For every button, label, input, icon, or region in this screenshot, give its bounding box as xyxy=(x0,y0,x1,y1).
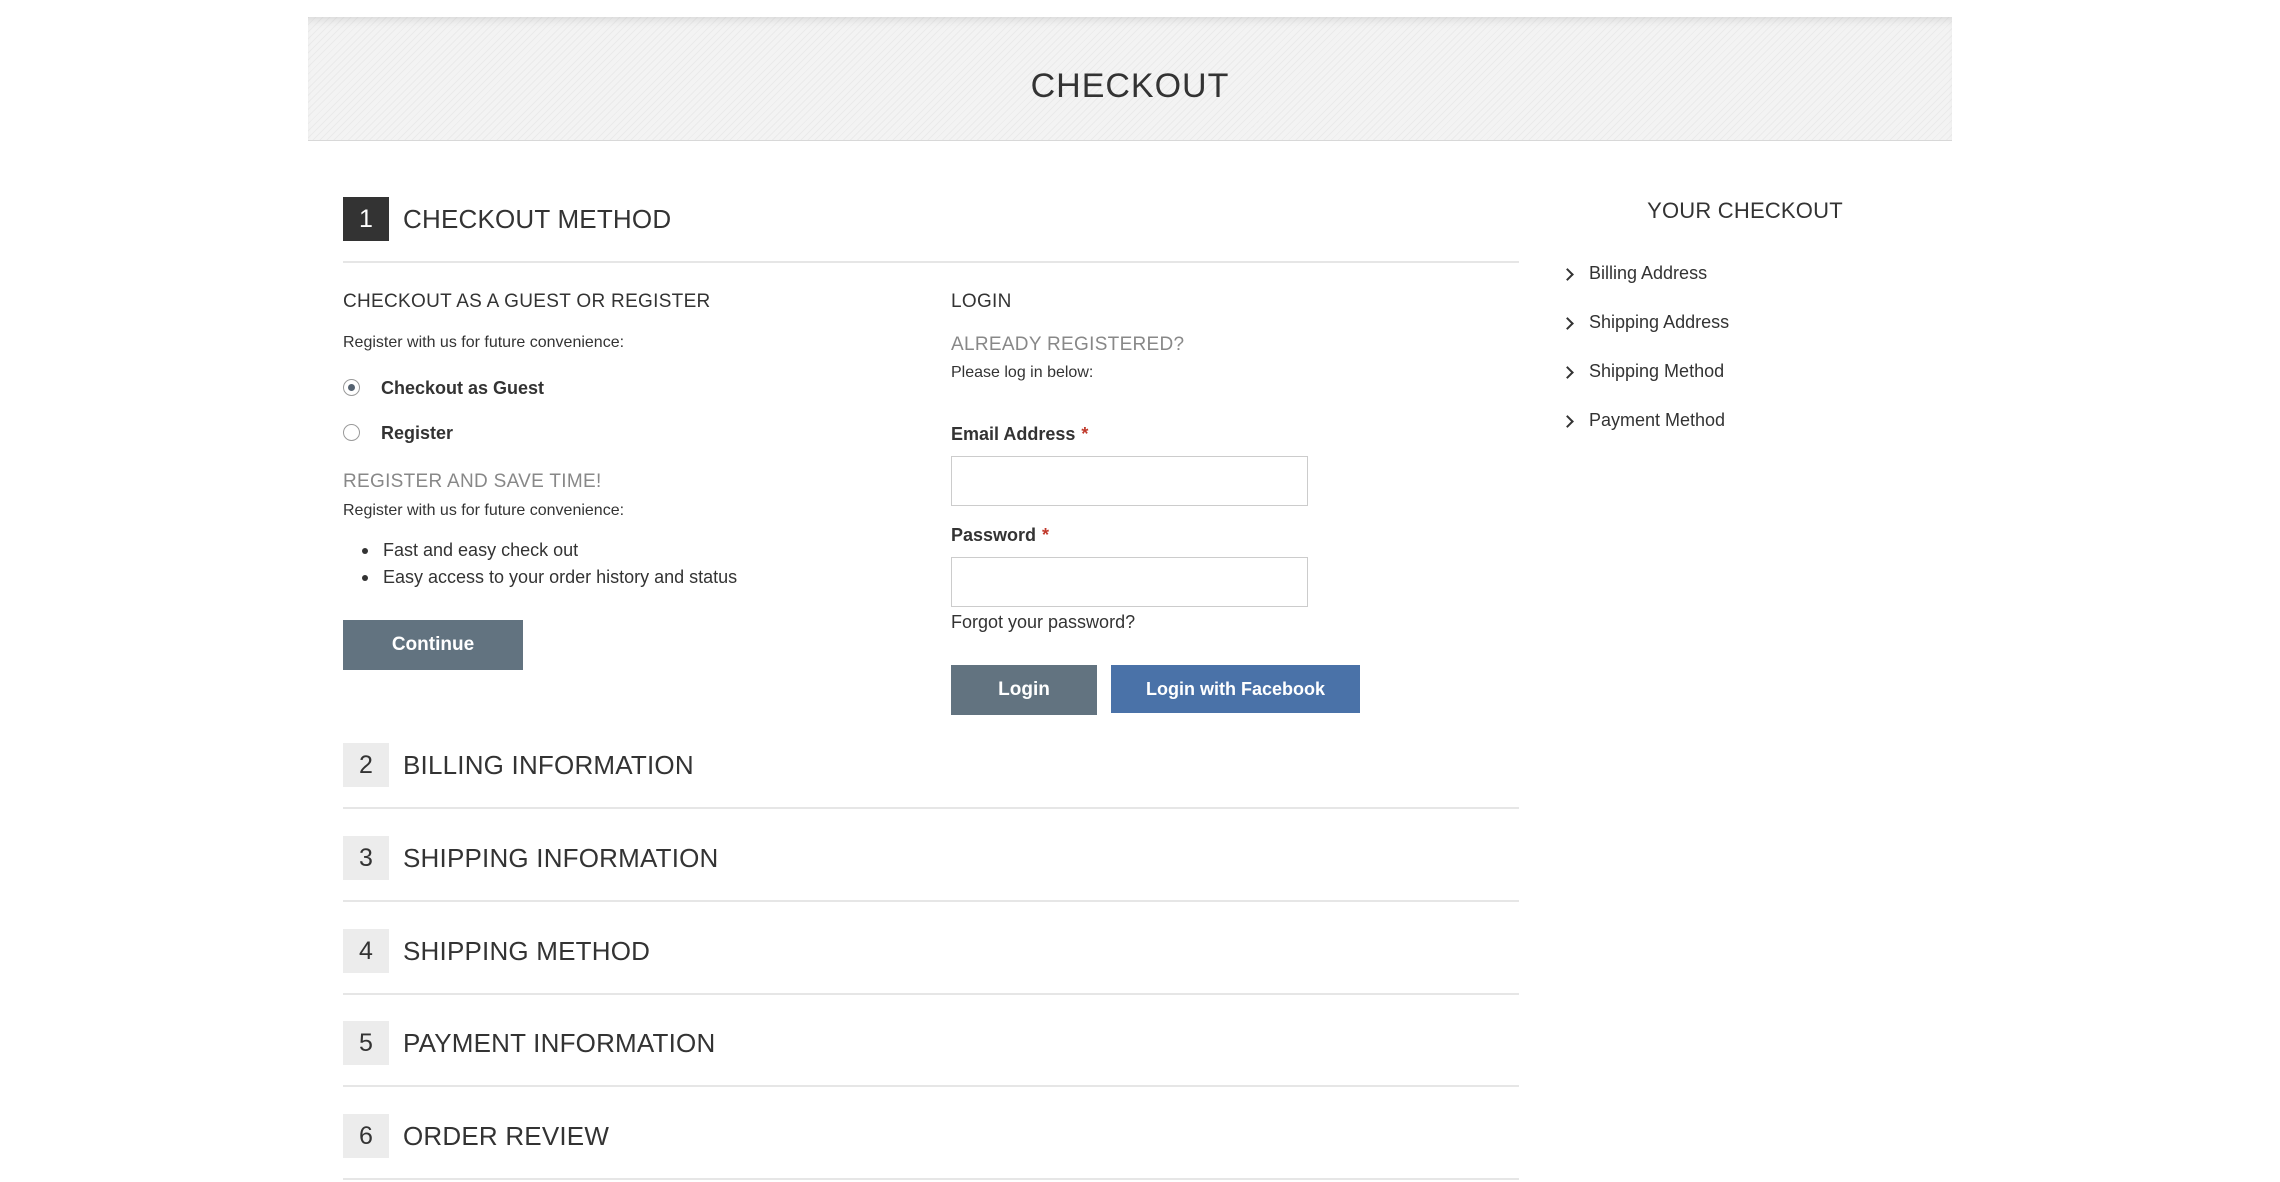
guest-intro-text: Register with us for future convenience: xyxy=(343,334,625,351)
continue-button[interactable]: Continue xyxy=(343,620,523,670)
login-with-facebook-button[interactable]: Login with Facebook xyxy=(1111,665,1360,713)
register-intro-text: Register with us for future convenience: xyxy=(343,502,625,519)
step-billing-information[interactable]: 2 BILLING INFORMATION xyxy=(343,743,1519,809)
step-shipping-method[interactable]: 4 SHIPPING METHOD xyxy=(343,929,1519,995)
step-title: SHIPPING METHOD xyxy=(403,936,651,966)
your-checkout-title: YOUR CHECKOUT xyxy=(1647,198,1843,223)
email-label-text: Email Address xyxy=(951,424,1076,444)
radio-button-checked[interactable] xyxy=(343,379,360,396)
sidebar-item-payment-method[interactable]: Payment Method xyxy=(1561,410,1763,436)
already-registered-heading: ALREADY REGISTERED? xyxy=(951,334,1185,355)
please-log-in-text: Please log in below: xyxy=(951,364,1094,381)
radio-register[interactable]: Register xyxy=(343,421,643,447)
login-button[interactable]: Login xyxy=(951,665,1097,715)
step-number: 3 xyxy=(343,836,389,880)
sidebar-item-label: Billing Address xyxy=(1589,263,1708,283)
radio-label: Register xyxy=(381,423,454,443)
sidebar-item-billing-address[interactable]: Billing Address xyxy=(1561,263,1763,289)
sidebar-item-label: Payment Method xyxy=(1589,410,1726,430)
step-payment-information[interactable]: 5 PAYMENT INFORMATION xyxy=(343,1021,1519,1087)
password-label: Password * xyxy=(951,525,1049,546)
step-number: 5 xyxy=(343,1021,389,1065)
required-asterisk: * xyxy=(1042,525,1050,545)
email-label: Email Address * xyxy=(951,424,1088,445)
sidebar-item-label: Shipping Address xyxy=(1589,312,1730,332)
chevron-right-icon xyxy=(1561,366,1574,379)
sidebar-item-shipping-method[interactable]: Shipping Method xyxy=(1561,361,1763,387)
step-title: BILLING INFORMATION xyxy=(403,750,694,780)
step-order-review[interactable]: 6 ORDER REVIEW xyxy=(343,1114,1519,1180)
step-title: ORDER REVIEW xyxy=(403,1121,610,1151)
page-banner: CHECKOUT xyxy=(308,17,1952,141)
password-field[interactable] xyxy=(951,557,1308,607)
chevron-right-icon xyxy=(1561,415,1574,428)
step-number: 4 xyxy=(343,929,389,973)
benefits-list: Fast and easy check out Easy access to y… xyxy=(362,537,737,591)
login-heading: LOGIN xyxy=(951,291,1012,312)
radio-label: Checkout as Guest xyxy=(381,378,545,398)
required-asterisk: * xyxy=(1081,424,1089,444)
chevron-right-icon xyxy=(1561,268,1574,281)
radio-checkout-as-guest[interactable]: Checkout as Guest xyxy=(343,376,643,402)
password-label-text: Password xyxy=(951,525,1037,545)
sidebar-item-label: Shipping Method xyxy=(1589,361,1725,381)
email-field[interactable] xyxy=(951,456,1308,506)
page-title: CHECKOUT xyxy=(1030,67,1230,105)
step-checkout-method[interactable]: 1 CHECKOUT METHOD xyxy=(343,197,1519,263)
step-number: 1 xyxy=(343,197,389,241)
radio-button[interactable] xyxy=(343,424,360,441)
step-title: PAYMENT INFORMATION xyxy=(403,1028,716,1058)
step-shipping-information[interactable]: 3 SHIPPING INFORMATION xyxy=(343,836,1519,902)
guest-register-heading: CHECKOUT AS A GUEST OR REGISTER xyxy=(343,291,711,312)
chevron-right-icon xyxy=(1561,317,1574,330)
list-item: Easy access to your order history and st… xyxy=(362,564,737,591)
sidebar-item-shipping-address[interactable]: Shipping Address xyxy=(1561,312,1763,338)
step-number: 2 xyxy=(343,743,389,787)
list-item: Fast and easy check out xyxy=(362,537,737,564)
register-save-time-heading: REGISTER AND SAVE TIME! xyxy=(343,471,602,492)
step-number: 6 xyxy=(343,1114,389,1158)
forgot-password-link[interactable]: Forgot your password? xyxy=(951,612,1135,633)
step-title: SHIPPING INFORMATION xyxy=(403,843,719,873)
step-title: CHECKOUT METHOD xyxy=(403,204,672,234)
